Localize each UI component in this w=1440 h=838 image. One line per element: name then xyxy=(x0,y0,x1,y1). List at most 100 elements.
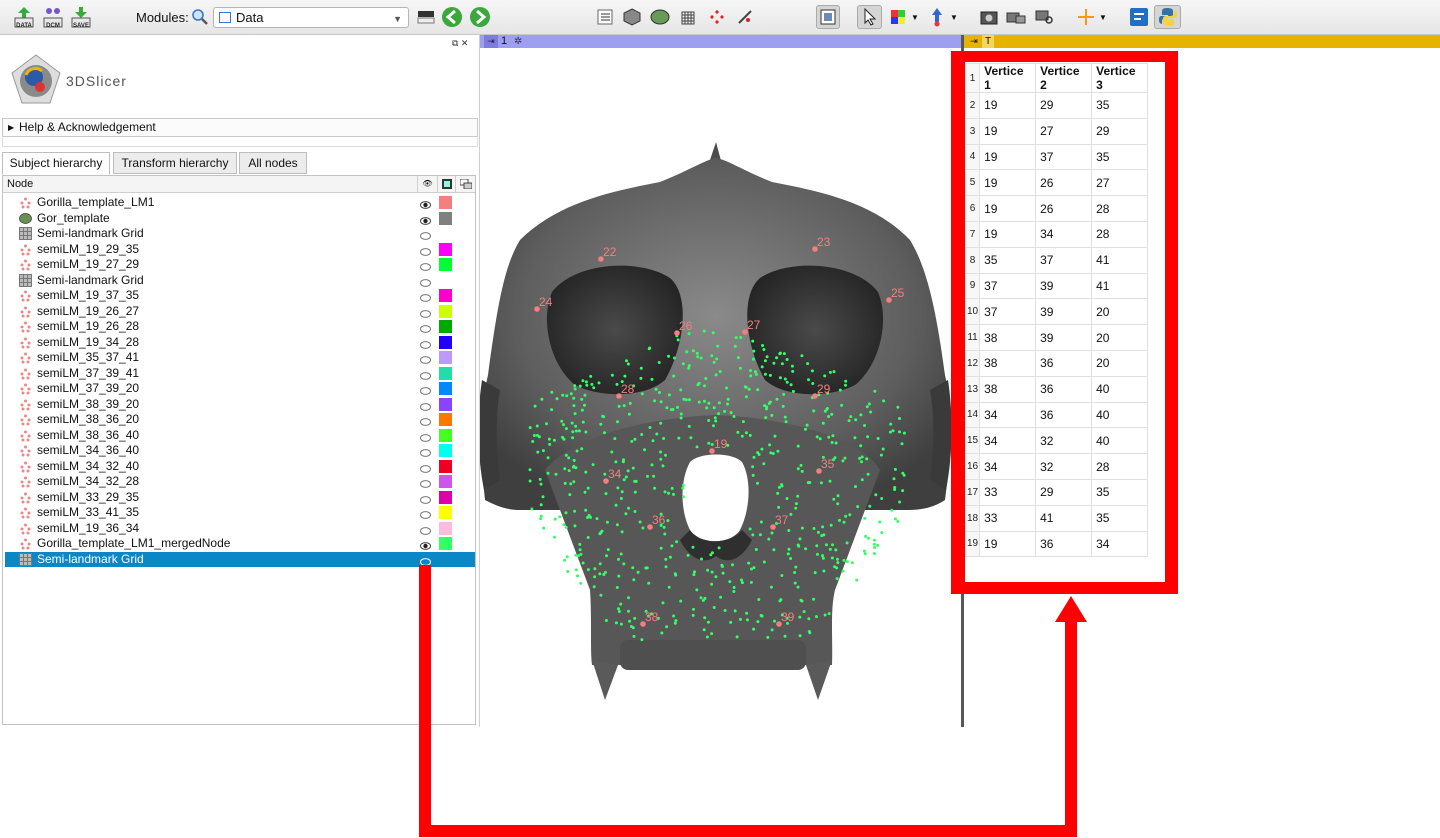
eye-closed-icon[interactable] xyxy=(420,229,431,240)
eye-closed-icon[interactable] xyxy=(420,353,431,364)
tree-row[interactable]: semiLM_19_26_27 xyxy=(5,304,475,320)
column-header[interactable]: Vertice 2 xyxy=(1035,63,1093,93)
tree-row[interactable]: semiLM_19_34_28 xyxy=(5,335,475,351)
measurement-icon[interactable] xyxy=(734,5,756,29)
table-cell[interactable]: 19 xyxy=(979,92,1037,119)
volume-cube-icon[interactable] xyxy=(621,5,643,29)
models-icon[interactable] xyxy=(649,5,671,29)
table-cell[interactable]: 20 xyxy=(1091,298,1149,326)
markups-list-icon[interactable] xyxy=(594,5,616,29)
row-number[interactable]: 5 xyxy=(964,169,981,197)
pin-icon[interactable]: ⇥ xyxy=(484,35,498,48)
table-cell[interactable]: 20 xyxy=(1091,349,1149,377)
tree-row[interactable]: semiLM_38_36_40 xyxy=(5,428,475,444)
table-cell[interactable]: 28 xyxy=(1091,453,1149,480)
python-console-icon[interactable] xyxy=(1154,5,1181,29)
row-number[interactable]: 16 xyxy=(964,453,981,480)
tree-row[interactable]: semiLM_19_26_28 xyxy=(5,319,475,335)
row-number[interactable]: 11 xyxy=(964,324,981,351)
subject-hierarchy-tree[interactable]: Node 👁 Gorilla_template_LM1 Gor_template S… xyxy=(2,175,476,725)
eye-closed-icon[interactable] xyxy=(420,384,431,395)
eye-closed-icon[interactable] xyxy=(420,369,431,380)
view-controller-bar[interactable]: ⇥ 1 ✲ xyxy=(480,35,961,48)
table-cell[interactable]: 19 xyxy=(979,530,1037,558)
tree-row[interactable]: semiLM_37_39_20 xyxy=(5,381,475,397)
back-arrow-icon[interactable] xyxy=(441,5,463,29)
table-cell[interactable]: 19 xyxy=(979,169,1037,197)
layout-toggle-icon[interactable] xyxy=(816,5,840,29)
color-swatch[interactable] xyxy=(439,242,452,256)
table-cell[interactable]: 19 xyxy=(979,220,1037,248)
tree-row[interactable]: semiLM_19_36_34 xyxy=(5,521,475,537)
table-cell[interactable]: 38 xyxy=(979,349,1037,377)
eye-open-icon[interactable] xyxy=(420,214,431,225)
color-swatch[interactable] xyxy=(439,397,452,411)
column-header[interactable]: Vertice 3 xyxy=(1091,63,1149,93)
tree-row[interactable]: semiLM_37_39_41 xyxy=(5,366,475,382)
color-swatch[interactable] xyxy=(439,444,452,457)
module-history-icon[interactable] xyxy=(415,5,437,29)
tab-all-nodes[interactable]: All nodes xyxy=(239,152,307,174)
table-cell[interactable]: 39 xyxy=(1035,272,1093,300)
tree-row[interactable]: Semi-landmark Grid xyxy=(5,551,475,567)
color-swatch[interactable] xyxy=(439,382,452,395)
row-number[interactable]: 10 xyxy=(964,298,981,326)
fiducials-icon[interactable] xyxy=(706,5,728,29)
table-cell[interactable]: 34 xyxy=(979,401,1037,429)
tree-row[interactable]: semiLM_19_37_35 xyxy=(5,288,475,304)
tree-row[interactable]: Gorilla_template_LM1 xyxy=(5,195,475,211)
table-cell[interactable]: 34 xyxy=(979,427,1037,455)
chevron-down-icon[interactable]: ▼ xyxy=(1097,5,1109,29)
eye-header-icon[interactable]: 👁 xyxy=(417,176,437,192)
column-header[interactable]: Vertice 1 xyxy=(979,63,1037,93)
help-acknowledgement-section[interactable]: ▶ Help & Acknowledgement xyxy=(2,118,478,137)
chevron-down-icon[interactable]: ▼ xyxy=(948,5,960,29)
table-cell[interactable]: 29 xyxy=(1091,117,1149,145)
tree-row[interactable]: Gor_template xyxy=(5,211,475,227)
color-swatch[interactable] xyxy=(439,258,452,271)
eye-open-icon[interactable] xyxy=(420,198,431,209)
color-swatch[interactable] xyxy=(439,459,452,473)
eye-closed-icon[interactable] xyxy=(420,508,431,519)
tree-row[interactable]: Semi-landmark Grid xyxy=(5,273,475,289)
table-cell[interactable]: 36 xyxy=(1035,530,1093,558)
transform-header-icon[interactable] xyxy=(455,176,475,192)
extensions-manager-icon[interactable] xyxy=(1128,5,1150,29)
tab-transform-hierarchy[interactable]: Transform hierarchy xyxy=(113,152,237,174)
row-number[interactable]: 19 xyxy=(964,530,981,558)
row-number[interactable]: 6 xyxy=(964,195,981,222)
table-cell[interactable]: 19 xyxy=(979,195,1037,222)
screenshot-icon[interactable] xyxy=(978,5,1000,29)
table-cell[interactable]: 36 xyxy=(1035,401,1093,429)
tree-row[interactable]: semiLM_33_41_35 xyxy=(5,505,475,521)
tree-row[interactable]: semiLM_19_27_29 xyxy=(5,257,475,273)
row-number[interactable]: 8 xyxy=(964,246,981,274)
table-cell[interactable]: 34 xyxy=(979,453,1037,480)
table-cell[interactable]: 32 xyxy=(1035,427,1093,455)
table-cell[interactable]: 29 xyxy=(1035,92,1093,119)
table-cell[interactable]: 27 xyxy=(1091,169,1149,197)
table-cell[interactable]: 37 xyxy=(979,298,1037,326)
table-cell[interactable]: 35 xyxy=(1091,92,1149,119)
eye-closed-icon[interactable] xyxy=(420,524,431,535)
eye-closed-icon[interactable] xyxy=(420,307,431,318)
eye-closed-icon[interactable] xyxy=(420,338,431,349)
row-number[interactable]: 18 xyxy=(964,504,981,532)
table-cell[interactable]: 40 xyxy=(1091,401,1149,429)
tree-row[interactable]: semiLM_34_32_28 xyxy=(5,474,475,490)
row-number[interactable]: 3 xyxy=(964,117,981,145)
color-swatch[interactable] xyxy=(439,196,452,209)
table-cell[interactable]: 41 xyxy=(1091,272,1149,300)
table-cell[interactable]: 35 xyxy=(1091,143,1149,171)
pin-icon[interactable]: ⇥ xyxy=(967,35,981,48)
color-swatch[interactable] xyxy=(439,366,452,380)
eye-closed-icon[interactable] xyxy=(420,431,431,442)
tree-row[interactable]: semiLM_19_29_35 xyxy=(5,242,475,258)
table-cell[interactable]: 27 xyxy=(1035,117,1093,145)
table-cell[interactable]: 41 xyxy=(1091,246,1149,274)
transforms-grid-icon[interactable] xyxy=(678,5,700,29)
row-number[interactable]: 7 xyxy=(964,220,981,248)
table-cell[interactable]: 36 xyxy=(1035,375,1093,403)
color-swatch[interactable] xyxy=(439,475,452,488)
table-cell[interactable]: 38 xyxy=(979,375,1037,403)
